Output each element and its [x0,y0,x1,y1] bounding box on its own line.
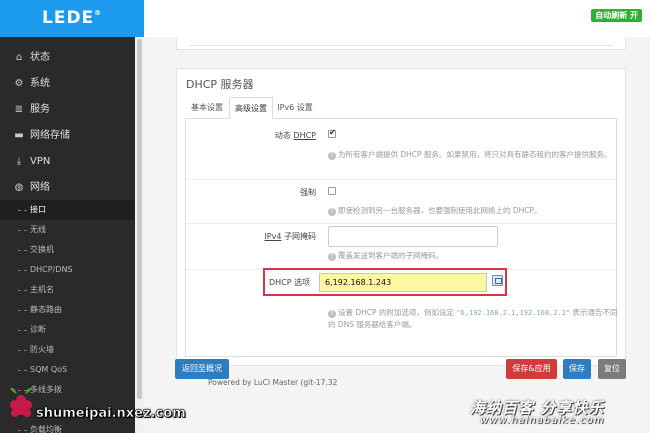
section-title: DHCP 服务器 [186,78,254,91]
sidebar-sub-switch[interactable]: 交换机 [0,240,135,260]
tab-bar: 基本设置 高级设置 IPv6 设置 [185,97,617,119]
raspberry-watermark: shumeipai.nxez.com [0,380,186,433]
add-entry-icon[interactable] [492,275,503,286]
reset-button[interactable]: 复位 [598,359,626,379]
drive-icon: ▬ [14,130,24,141]
sidebar-item-vpn[interactable]: ⤓ VPN [0,149,135,175]
sidebar-item-status[interactable]: ⌂ 状态 [0,45,135,71]
sidebar-item-network[interactable]: ◍ 网络 [0,175,135,201]
dhcp-options-input[interactable]: 6,192.168.1.243 [319,273,487,292]
help-icon: ? [328,310,336,318]
force-help: ? 即使检测到另一台服务器，也要强制使用此网络上的 DHCP。 [328,205,618,217]
netmask-help: ? 覆盖发送到客户端的子网掩码。 [328,250,618,262]
sidebar-sub-hostnames[interactable]: 主机名 [0,280,135,300]
tab-panel: 动态 DHCP ?为所有客户端提供 DHCP 服务。如果禁用，将只对具有静态租约… [185,119,618,357]
tab-basic-settings[interactable]: 基本设置 [185,97,229,119]
force-checkbox[interactable] [328,187,336,195]
dynamic-dhcp-label: 动态 DHCP [274,131,316,140]
help-icon: ? [328,208,336,216]
dynamic-dhcp-help: ? 为所有客户端提供 DHCP 服务。如果禁用，将只对具有静态租约的客户提供服务。 [328,149,618,161]
raspberry-logo-icon [10,387,32,417]
force-label: 强制 [300,188,316,197]
sidebar-sub-sqm-qos[interactable]: SQM QoS [0,360,135,380]
sidebar-sub-dhcp-dns[interactable]: DHCP/DNS [0,260,135,280]
gear-icon: ⚙ [14,78,24,89]
back-to-overview-button[interactable]: 返回至概况 [175,359,229,379]
top-bar: 自动刷新 开 [144,0,650,37]
sidebar-sub-interfaces[interactable]: 接口 [0,200,135,220]
save-button[interactable]: 保存 [563,359,591,379]
brand-name: LEDE® [42,8,103,28]
watermark-url-text: www.hainabaike.com [480,415,605,426]
save-apply-button[interactable]: 保存&应用 [506,359,557,379]
brand-logo[interactable]: LEDE® [0,0,144,37]
sidebar-scrollbar[interactable] [135,37,144,433]
previous-section [176,37,626,50]
dhcp-options-help: ? 设置 DHCP 的附加选项，例如设定 "6,192.168.2.1,192.1… [328,308,618,329]
netmask-label: IPv4 子网掩码 [264,232,316,241]
sidebar-item-nas[interactable]: ▬ 网络存储 [0,123,135,149]
main-content: DHCP 服务器 基本设置 高级设置 IPv6 设置 动态 DHCP ?为所有客… [144,37,650,433]
footer-text: Powered by LuCI Master (git-17.32 [208,378,338,387]
dhcp-server-card: DHCP 服务器 基本设置 高级设置 IPv6 设置 动态 DHCP ?为所有客… [176,68,626,366]
sidebar-sub-static-routes[interactable]: 静态路由 [0,300,135,320]
sidebar-sub-wireless[interactable]: 无线 [0,220,135,240]
sidebar-sub-firewall[interactable]: 防火墙 [0,340,135,360]
watermark-site-text: shumeipai.nxez.com [36,406,186,422]
sidebar-item-services[interactable]: ≣ 服务 [0,97,135,123]
tab-ipv6-settings[interactable]: IPv6 设置 [273,97,317,119]
sidebar-scroll-thumb[interactable] [137,39,142,399]
download-icon: ⤓ [16,156,22,167]
sidebar: ⌂ 状态 ⚙ 系统 ≣ 服务 ▬ 网络存储 ⤓ VPN ◍ 网络 接口 无线 交… [0,37,135,433]
list-icon: ≣ [14,104,24,115]
home-icon: ⌂ [15,52,23,63]
dynamic-dhcp-checkbox[interactable] [328,128,336,138]
sidebar-item-system[interactable]: ⚙ 系统 [0,71,135,97]
dhcp-options-label: DHCP 选项 [269,278,311,287]
netmask-input[interactable] [328,226,498,247]
help-icon: ? [328,152,336,160]
help-icon: ? [328,253,336,261]
sidebar-sub-diagnostics[interactable]: 诊断 [0,320,135,340]
tab-advanced-settings[interactable]: 高级设置 [229,97,273,119]
globe-icon: ◍ [14,182,24,193]
auto-refresh-badge[interactable]: 自动刷新 开 [591,9,642,22]
